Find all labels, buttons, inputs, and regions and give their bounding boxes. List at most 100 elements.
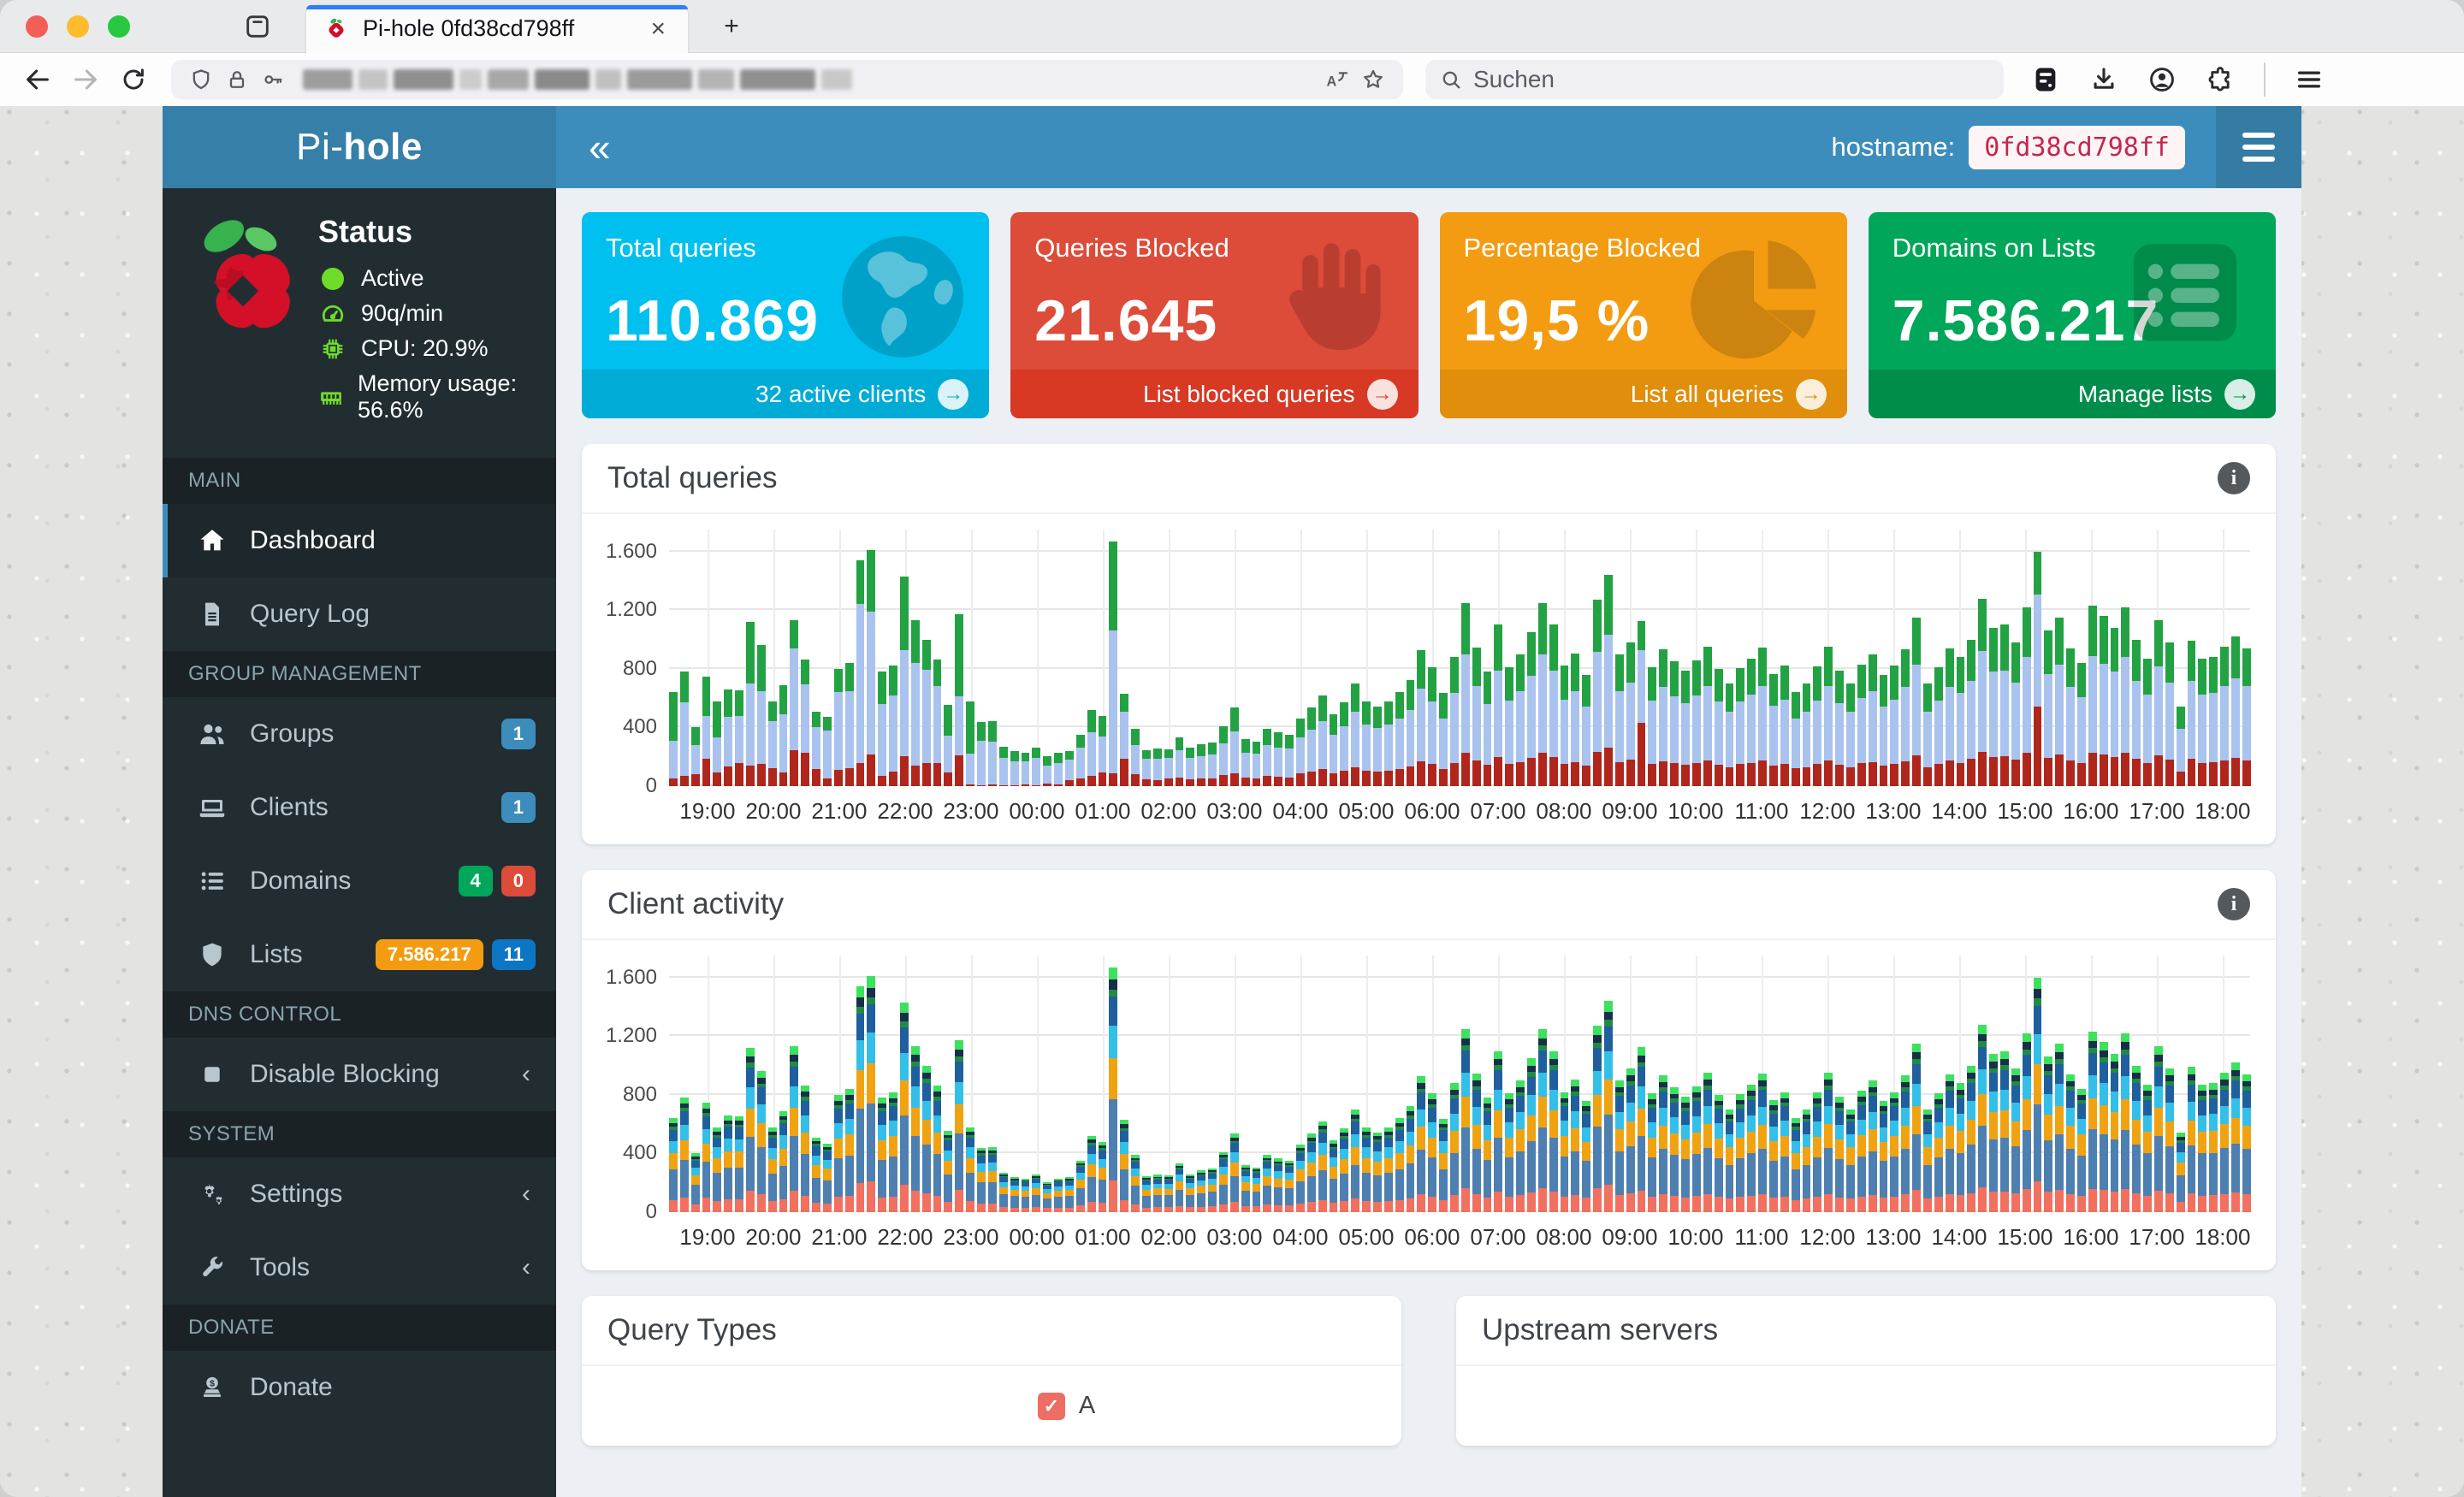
chart-bar[interactable]	[1879, 674, 1888, 786]
chart-bar[interactable]	[1395, 1118, 1404, 1212]
chart-bar[interactable]	[1999, 624, 2009, 786]
chart-bar[interactable]	[1098, 715, 1107, 786]
chart-bar[interactable]	[1075, 1161, 1085, 1212]
chart-bar[interactable]	[801, 659, 810, 786]
chart-bar[interactable]	[2033, 551, 2042, 786]
chart-bar[interactable]	[1659, 1074, 1668, 1212]
lock-icon[interactable]	[219, 68, 255, 92]
reload-icon[interactable]	[110, 59, 157, 100]
card-footer-link[interactable]: Manage lists →	[1868, 370, 2276, 418]
chart-bar[interactable]	[944, 1130, 953, 1212]
info-icon[interactable]: i	[2218, 888, 2250, 920]
chart-bar[interactable]	[1670, 661, 1679, 786]
chart-bar[interactable]	[2231, 636, 2240, 786]
chart-bar[interactable]	[1582, 674, 1591, 786]
sidebar-item-donate[interactable]: $ Donate	[163, 1351, 556, 1424]
chart-bar[interactable]	[790, 1046, 799, 1212]
browser-tab[interactable]: Pi-hole 0fd38cd798ff ×	[306, 4, 688, 53]
chart-bar[interactable]	[812, 1137, 821, 1212]
chart-bar[interactable]	[2176, 707, 2185, 786]
chart-bar[interactable]	[910, 1046, 920, 1212]
chart-bar[interactable]	[933, 1085, 942, 1212]
chart-bar[interactable]	[1703, 1073, 1712, 1212]
extensions-puzzle-icon[interactable]	[2206, 65, 2235, 94]
chart-bar[interactable]	[1351, 683, 1360, 786]
chart-bar[interactable]	[1120, 694, 1129, 786]
chart-bar[interactable]	[1527, 1058, 1536, 1212]
chart-bar[interactable]	[1868, 1080, 1877, 1212]
chart-bar[interactable]	[2077, 663, 2086, 786]
chart-bar[interactable]	[987, 1146, 997, 1212]
chart-bar[interactable]	[1229, 1133, 1239, 1212]
chart-bar[interactable]	[1648, 667, 1657, 786]
chart-bar[interactable]	[1406, 679, 1415, 786]
chart-bar[interactable]	[867, 976, 876, 1212]
chart-bar[interactable]	[779, 684, 788, 786]
chart-bar[interactable]	[1075, 735, 1085, 786]
key-icon[interactable]	[255, 68, 291, 92]
chart-bar[interactable]	[1791, 692, 1800, 786]
chart-bar[interactable]	[801, 1085, 810, 1212]
chart-bar[interactable]	[1516, 1080, 1525, 1212]
chart-bar[interactable]	[1186, 1174, 1195, 1212]
card-footer-link[interactable]: List all queries →	[1439, 370, 1847, 418]
sidebar-item-lists[interactable]: Lists 7.586.217 11	[163, 918, 556, 991]
chart-bar[interactable]	[702, 1103, 711, 1212]
chart-bar[interactable]	[746, 1048, 755, 1212]
chart-bar[interactable]	[1934, 1093, 1943, 1212]
chart-bar[interactable]	[856, 986, 865, 1212]
sidebar-item-query-log[interactable]: Query Log	[163, 577, 556, 651]
sidebar-item-clients[interactable]: Clients 1	[163, 771, 556, 844]
chart-bar[interactable]	[1087, 709, 1096, 786]
chart-bar[interactable]	[1747, 658, 1756, 786]
sidebar-toggle-icon[interactable]	[234, 3, 281, 50]
chart-bar[interactable]	[966, 701, 975, 786]
chart-bar[interactable]	[746, 622, 755, 786]
chart-bar[interactable]	[1383, 701, 1393, 786]
sidebar-collapse-button[interactable]: «	[556, 106, 643, 188]
chart-bar[interactable]	[2220, 647, 2230, 786]
chart-bar[interactable]	[910, 620, 920, 786]
chart-bar[interactable]	[1945, 648, 1954, 786]
chart-bar[interactable]	[669, 692, 678, 786]
chart-bar[interactable]	[1989, 1053, 1998, 1212]
chart-bar[interactable]	[2099, 616, 2108, 786]
chart-bar[interactable]	[1626, 642, 1635, 786]
chart-bar[interactable]	[977, 721, 986, 786]
chart-bar[interactable]	[1494, 624, 1503, 786]
chart-bar[interactable]	[1549, 1050, 1558, 1212]
chart-bar[interactable]	[2088, 1032, 2097, 1212]
chart-bar[interactable]	[2033, 977, 2042, 1212]
chart-bar[interactable]	[2022, 606, 2031, 786]
chart-bar[interactable]	[1175, 1163, 1184, 1212]
account-icon[interactable]	[2147, 65, 2177, 94]
chart-bar[interactable]	[2044, 1056, 2053, 1212]
chart-bar[interactable]	[1087, 1135, 1096, 1212]
chart-bar[interactable]	[1450, 657, 1459, 786]
chart-bar[interactable]	[1218, 1151, 1228, 1212]
chart-bar[interactable]	[1945, 1074, 1954, 1212]
query-type-legend-item[interactable]: ✓ A	[1037, 1392, 1376, 1420]
chart-bar[interactable]	[1571, 653, 1580, 786]
chart-bar[interactable]	[790, 620, 799, 786]
chart-bar[interactable]	[1120, 1120, 1129, 1212]
chart-bar[interactable]	[944, 704, 953, 786]
sidebar-item-groups[interactable]: Groups 1	[163, 697, 556, 771]
chart-bar[interactable]	[1208, 1168, 1217, 1212]
chart-bar[interactable]	[1703, 647, 1712, 786]
chart-bar[interactable]	[2209, 657, 2218, 786]
chart-bar[interactable]	[1318, 695, 1327, 786]
chart-bar[interactable]	[756, 1070, 766, 1212]
chart-bar[interactable]	[2231, 1062, 2240, 1212]
chart-bar[interactable]	[2132, 1065, 2141, 1212]
chart-bar[interactable]	[867, 550, 876, 786]
chart-bar[interactable]	[900, 576, 909, 786]
chart-bar[interactable]	[1714, 668, 1723, 786]
chart-bar[interactable]	[779, 1110, 788, 1212]
chart-bar[interactable]	[1241, 739, 1250, 786]
chart-bar[interactable]	[1362, 701, 1371, 786]
chart-bar[interactable]	[1032, 748, 1041, 786]
chart-bar[interactable]	[1373, 1132, 1382, 1212]
sidebar-item-settings[interactable]: Settings ‹	[163, 1157, 556, 1231]
chart-bar[interactable]	[921, 639, 931, 786]
